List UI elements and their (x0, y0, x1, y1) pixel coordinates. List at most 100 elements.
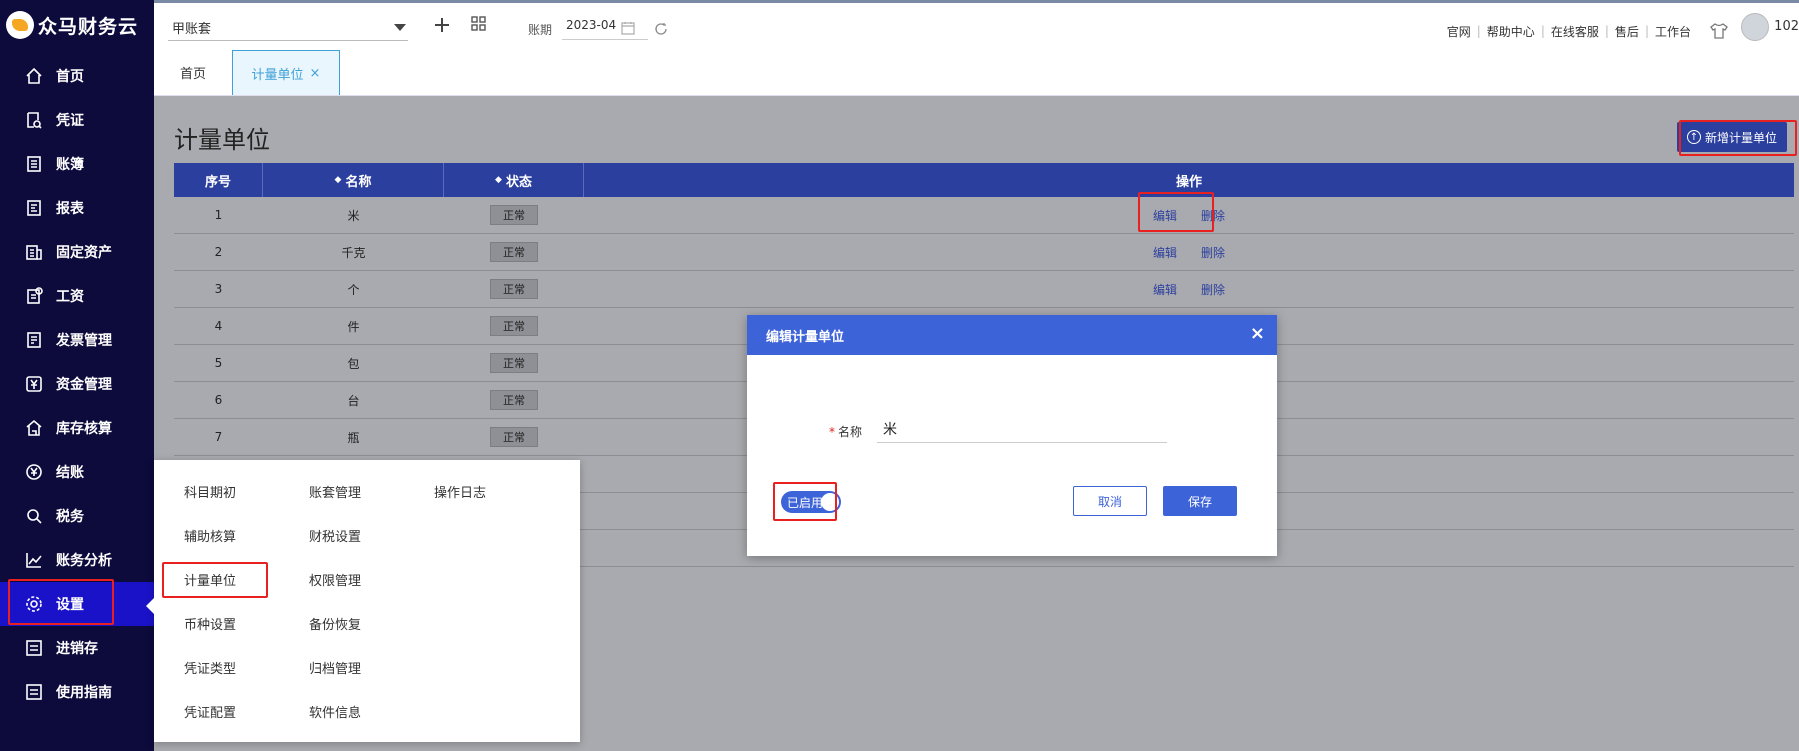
status-badge: 正常 (490, 279, 538, 299)
period-label: 账期 (528, 23, 553, 37)
sort-icon: ◆ (334, 175, 342, 185)
sidebar-item-tax[interactable]: 税务 (0, 494, 154, 538)
delete-link[interactable]: 删除 (1201, 244, 1225, 261)
sidebar-item-label: 账务分析 (56, 553, 112, 569)
menu-item-software-info[interactable]: 软件信息 (309, 702, 361, 721)
sidebar-item-label: 进销存 (56, 641, 98, 657)
tab-home[interactable]: 首页 (154, 50, 232, 95)
sidebar-item-fund[interactable]: 资金管理 (0, 362, 154, 406)
sidebar-item-label: 使用指南 (56, 685, 112, 701)
close-icon[interactable]: × (310, 66, 321, 81)
cell-name: 千克 (341, 245, 366, 260)
sidebar-item-label: 库存核算 (56, 421, 112, 437)
account-book-value: 甲账套 (172, 22, 212, 37)
menu-item-backup[interactable]: 备份恢复 (309, 614, 361, 633)
page-title: 计量单位 (174, 126, 270, 154)
name-input[interactable] (877, 415, 1167, 443)
inventory-icon (24, 418, 44, 438)
theme-shirt-icon[interactable] (1709, 21, 1729, 41)
menu-item-account-book[interactable]: 账套管理 (309, 482, 361, 501)
enabled-toggle[interactable]: 已启用 (781, 491, 841, 513)
cell-index: 2 (214, 245, 223, 259)
edit-link[interactable]: 编辑 (1153, 281, 1177, 298)
analysis-icon (24, 550, 44, 570)
link-online-support[interactable]: 在线客服 (1551, 23, 1599, 40)
close-icon[interactable]: × (1250, 323, 1265, 344)
sidebar-item-label: 账簿 (56, 157, 84, 173)
menu-item-voucher-config[interactable]: 凭证配置 (184, 702, 236, 721)
table-row: 3 个 正常 编辑 删除 (174, 271, 1794, 308)
menu-pointer (146, 598, 154, 614)
account-book-select[interactable]: 甲账套 (168, 15, 408, 41)
required-mark: * (829, 425, 835, 439)
link-official-site[interactable]: 官网 (1447, 23, 1471, 40)
cell-name: 瓶 (347, 430, 360, 445)
link-workbench[interactable]: 工作台 (1655, 23, 1691, 40)
cell-index: 4 (214, 319, 223, 333)
top-links: 官网 | 帮助中心 | 在线客服 | 售后 | 工作台 (1447, 21, 1729, 41)
sidebar-item-invoice[interactable]: 发票管理 (0, 318, 154, 362)
table-row: 2 千克 正常 编辑 删除 (174, 234, 1794, 271)
status-badge: 正常 (490, 353, 538, 373)
header-status[interactable]: ◆ 状态 (444, 163, 584, 197)
tab-measurement-unit[interactable]: 计量单位 × (232, 50, 340, 95)
top-bar: 甲账套 账期 2023-04 官网 | 帮助中心 | 在线客服 | 售后 | 工… (154, 0, 1799, 50)
sidebar-item-label: 报表 (56, 201, 84, 217)
menu-item-measurement-unit[interactable]: 计量单位 (184, 570, 236, 589)
apps-grid-icon[interactable] (470, 15, 490, 35)
period-input[interactable]: 2023-04 (562, 18, 648, 40)
app-logo: 众马财务云 (0, 0, 154, 50)
logo-text: 众马财务云 (38, 15, 139, 38)
avatar[interactable] (1741, 13, 1769, 41)
menu-item-opening-balance[interactable]: 科目期初 (184, 482, 236, 501)
invoice-icon (24, 330, 44, 350)
refresh-icon[interactable] (654, 22, 668, 36)
sidebar-item-checkout[interactable]: 结账 (0, 450, 154, 494)
save-button[interactable]: 保存 (1163, 486, 1237, 516)
edit-link[interactable]: 编辑 (1153, 207, 1177, 224)
add-measurement-unit-button[interactable]: ↑ 新增计量单位 (1676, 122, 1787, 152)
sidebar-item-analysis[interactable]: 账务分析 (0, 538, 154, 582)
sidebar-item-fixed-assets[interactable]: 固定资产 (0, 230, 154, 274)
menu-item-operation-log[interactable]: 操作日志 (434, 482, 486, 501)
header-index-label: 序号 (204, 174, 231, 190)
sidebar-item-inventory[interactable]: 库存核算 (0, 406, 154, 450)
menu-item-auxiliary[interactable]: 辅助核算 (184, 526, 236, 545)
sidebar-item-label: 资金管理 (56, 377, 112, 393)
add-circle-icon: ↑ (1686, 130, 1701, 144)
sidebar-item-guide[interactable]: 使用指南 (0, 670, 154, 714)
sidebar-item-purchase-sales[interactable]: 进销存 (0, 626, 154, 670)
calendar-icon[interactable] (621, 21, 635, 35)
salary-icon (24, 286, 44, 306)
menu-item-tax-settings[interactable]: 财税设置 (309, 526, 361, 545)
delete-link[interactable]: 删除 (1201, 281, 1225, 298)
header-name[interactable]: ◆ 名称 (263, 163, 444, 197)
link-help-center[interactable]: 帮助中心 (1487, 23, 1535, 40)
cancel-button[interactable]: 取消 (1073, 486, 1147, 516)
sidebar-item-home[interactable]: 首页 (0, 54, 154, 98)
cell-name: 包 (347, 356, 360, 371)
username[interactable]: 102 (1774, 19, 1799, 34)
menu-item-voucher-type[interactable]: 凭证类型 (184, 658, 236, 677)
delete-link[interactable]: 删除 (1201, 207, 1225, 224)
sidebar-item-voucher[interactable]: 凭证 (0, 98, 154, 142)
cell-index: 1 (214, 208, 223, 222)
home-icon (24, 66, 44, 86)
add-button-label: 新增计量单位 (1704, 130, 1777, 145)
checkout-icon (24, 462, 44, 482)
sidebar-item-report[interactable]: 报表 (0, 186, 154, 230)
sidebar-item-salary[interactable]: 工资 (0, 274, 154, 318)
sidebar-item-ledger[interactable]: 账簿 (0, 142, 154, 186)
cell-name: 台 (347, 393, 360, 408)
menu-item-archive[interactable]: 归档管理 (309, 658, 361, 677)
ledger-icon (24, 154, 44, 174)
tab-label: 首页 (179, 67, 206, 82)
add-icon[interactable] (430, 13, 454, 37)
edit-link[interactable]: 编辑 (1153, 244, 1177, 261)
menu-item-permissions[interactable]: 权限管理 (309, 570, 361, 589)
table-header: 序号 ◆ 名称 ◆ 状态 操作 (174, 163, 1794, 197)
link-after-sales[interactable]: 售后 (1615, 23, 1639, 40)
cell-index: 6 (214, 393, 223, 407)
menu-item-currency[interactable]: 币种设置 (184, 614, 236, 633)
sidebar-item-settings[interactable]: 设置 (0, 582, 154, 626)
